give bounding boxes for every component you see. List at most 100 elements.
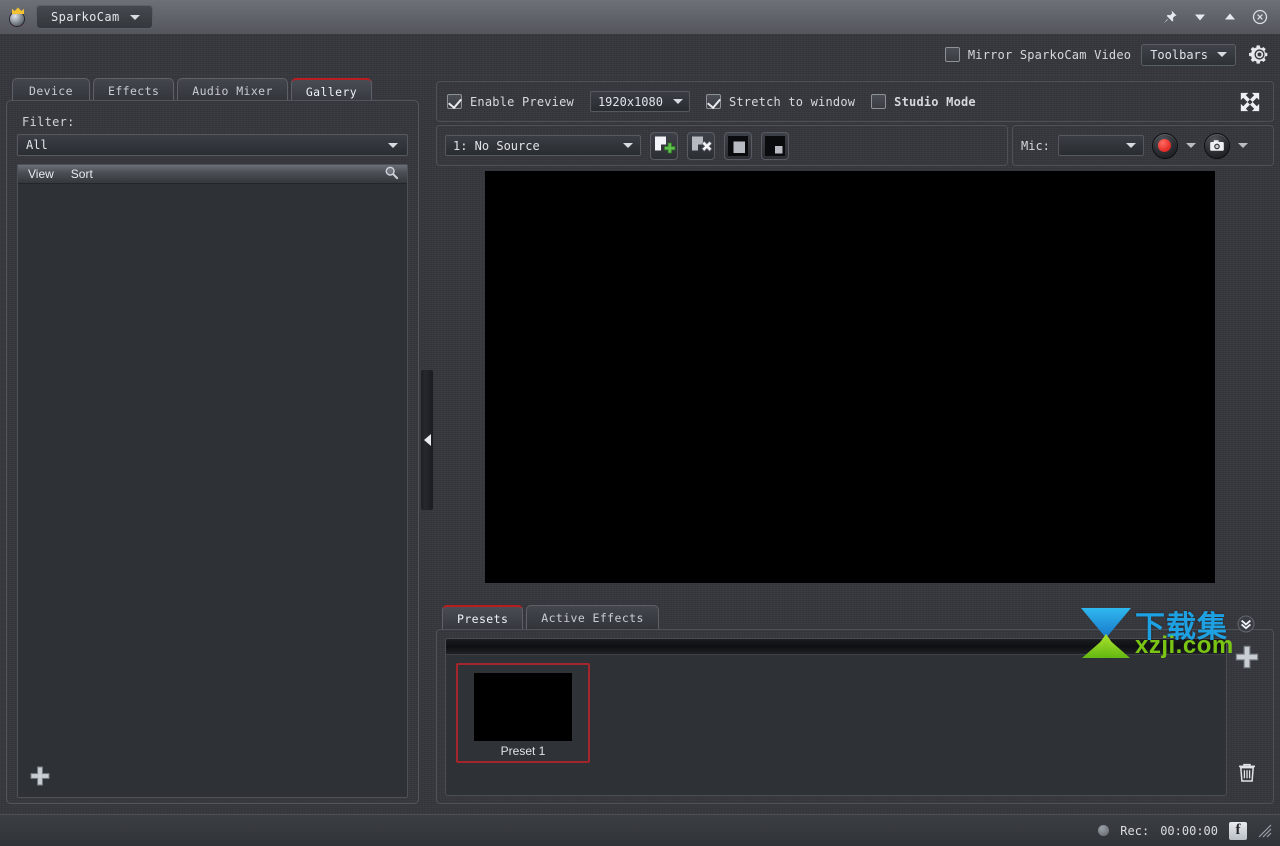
main-area: Enable Preview 1920x1080 Stretch to wind…: [436, 81, 1274, 804]
record-icon: [1158, 139, 1172, 152]
collapse-panel-button[interactable]: [1237, 615, 1255, 633]
remove-source-button[interactable]: [687, 131, 715, 160]
plus-icon: [1235, 645, 1259, 669]
gallery-items-area[interactable]: [18, 184, 407, 797]
search-icon[interactable]: [384, 165, 399, 183]
filter-label: Filter:: [22, 115, 75, 129]
resize-grip[interactable]: [1258, 824, 1272, 838]
facebook-icon[interactable]: f: [1229, 821, 1247, 840]
sort-menu[interactable]: Sort: [71, 167, 93, 181]
app-logo-icon: [8, 7, 28, 27]
studio-mode-checkbox[interactable]: Studio Mode: [871, 94, 976, 109]
preset-item[interactable]: Preset 1: [456, 663, 590, 763]
enable-preview-checkbox[interactable]: Enable Preview: [447, 94, 574, 109]
tab-effects-label: Effects: [108, 84, 160, 98]
fullscreen-expand-icon: [1240, 92, 1260, 111]
preset-strip-scroll-track[interactable]: [446, 639, 1226, 655]
chevron-down-icon: [1217, 52, 1227, 57]
status-bar: Rec: 00:00:00 f: [0, 814, 1280, 846]
chevron-down-icon: [1125, 143, 1136, 148]
toolbars-label: Toolbars: [1150, 47, 1208, 62]
remove-source-icon: [692, 136, 713, 152]
gallery-list-toolbar: View Sort: [18, 165, 407, 184]
source-select[interactable]: 1: No Source: [445, 135, 641, 156]
mirror-video-label: Mirror SparkoCam Video: [967, 47, 1132, 62]
snapshot-button[interactable]: [1203, 132, 1230, 159]
source-order-down-button[interactable]: [761, 131, 789, 160]
studio-mode-label: Studio Mode: [894, 94, 976, 109]
plus-icon: [30, 766, 50, 786]
close-icon[interactable]: [1252, 9, 1268, 25]
tab-active-effects-label: Active Effects: [541, 611, 644, 625]
mic-select[interactable]: [1057, 135, 1144, 156]
source-up-icon: [728, 135, 748, 156]
settings-button[interactable]: [1246, 42, 1272, 68]
chevron-down-icon: [129, 14, 140, 20]
gear-icon: [1248, 45, 1267, 64]
stretch-to-window-checkbox-box[interactable]: [705, 94, 721, 109]
tab-active-effects[interactable]: Active Effects: [526, 605, 659, 630]
preset-items: Preset 1: [446, 655, 1226, 763]
rec-label: Rec:: [1120, 823, 1150, 838]
top-ribbon: Mirror SparkoCam Video Toolbars: [0, 34, 1280, 75]
mirror-video-checkbox-box[interactable]: [944, 47, 960, 62]
resolution-select[interactable]: 1920x1080: [589, 91, 690, 112]
stretch-to-window-label: Stretch to window: [728, 94, 856, 109]
preset-thumbnail: [474, 673, 572, 741]
tab-presets[interactable]: Presets: [442, 605, 524, 630]
minimize-down-icon[interactable]: [1192, 9, 1208, 25]
enable-preview-checkbox-box[interactable]: [447, 94, 462, 109]
facebook-glyph: f: [1235, 822, 1241, 838]
toolbars-dropdown[interactable]: Toolbars: [1141, 43, 1236, 66]
camera-icon: [1210, 139, 1224, 151]
left-panel: Device Effects Audio Mixer Gallery Filte…: [6, 75, 419, 804]
stretch-to-window-checkbox[interactable]: Stretch to window: [705, 94, 856, 109]
add-source-button[interactable]: [650, 131, 678, 160]
tab-audio-mixer-label: Audio Mixer: [192, 84, 273, 98]
preset-label: Preset 1: [500, 744, 546, 758]
source-select-value: 1: No Source: [453, 138, 540, 153]
mic-label: Mic:: [1021, 138, 1050, 153]
add-source-icon: [655, 136, 676, 153]
pin-icon[interactable]: [1162, 9, 1178, 25]
preview-toolbar: Enable Preview 1920x1080 Stretch to wind…: [436, 81, 1274, 122]
record-options-chevron-down-icon[interactable]: [1185, 143, 1196, 148]
gallery-pane: Filter: All View Sort: [6, 100, 419, 804]
add-preset-button[interactable]: [1234, 644, 1260, 674]
chevron-double-down-icon: [1237, 615, 1255, 633]
tab-gallery-label: Gallery: [305, 84, 358, 99]
snapshot-options-chevron-down-icon[interactable]: [1237, 143, 1248, 148]
preset-actions: [1227, 638, 1267, 796]
view-menu[interactable]: View: [28, 167, 54, 181]
studio-mode-checkbox-box[interactable]: [871, 94, 887, 109]
filter-select[interactable]: All: [17, 134, 408, 156]
trash-icon: [1239, 763, 1255, 782]
app-menu-button[interactable]: SparkoCam: [36, 5, 153, 29]
fullscreen-button[interactable]: [1237, 89, 1263, 115]
video-preview-surface[interactable]: [485, 171, 1215, 583]
enable-preview-label: Enable Preview: [470, 94, 574, 109]
filter-select-value: All: [26, 138, 48, 152]
record-status-indicator: [1098, 825, 1110, 836]
restore-up-icon[interactable]: [1222, 9, 1238, 25]
chevron-left-icon: [423, 434, 431, 446]
record-toolbar: Mic:: [1012, 125, 1274, 166]
source-down-icon: [765, 135, 785, 156]
chevron-down-icon: [672, 99, 683, 104]
resolution-value: 1920x1080: [597, 94, 663, 109]
mirror-video-checkbox[interactable]: Mirror SparkoCam Video: [944, 47, 1132, 62]
gallery-add-button[interactable]: [29, 765, 51, 791]
panel-splitter-handle[interactable]: [421, 370, 433, 510]
preset-strip[interactable]: Preset 1: [445, 638, 1227, 796]
source-order-up-button[interactable]: [724, 131, 752, 160]
rec-time: 00:00:00: [1160, 823, 1218, 838]
record-button[interactable]: [1151, 132, 1178, 159]
presets-pane: Preset 1: [436, 615, 1274, 804]
delete-preset-button[interactable]: [1236, 762, 1258, 788]
bottom-panel-tabs: Presets Active Effects: [442, 604, 659, 630]
tab-presets-label: Presets: [457, 611, 509, 626]
left-panel-tabs: Device Effects Audio Mixer Gallery: [6, 75, 373, 103]
app-menu-label: SparkoCam: [51, 10, 120, 24]
chevron-down-icon: [388, 142, 398, 148]
gallery-list: View Sort: [17, 164, 408, 798]
